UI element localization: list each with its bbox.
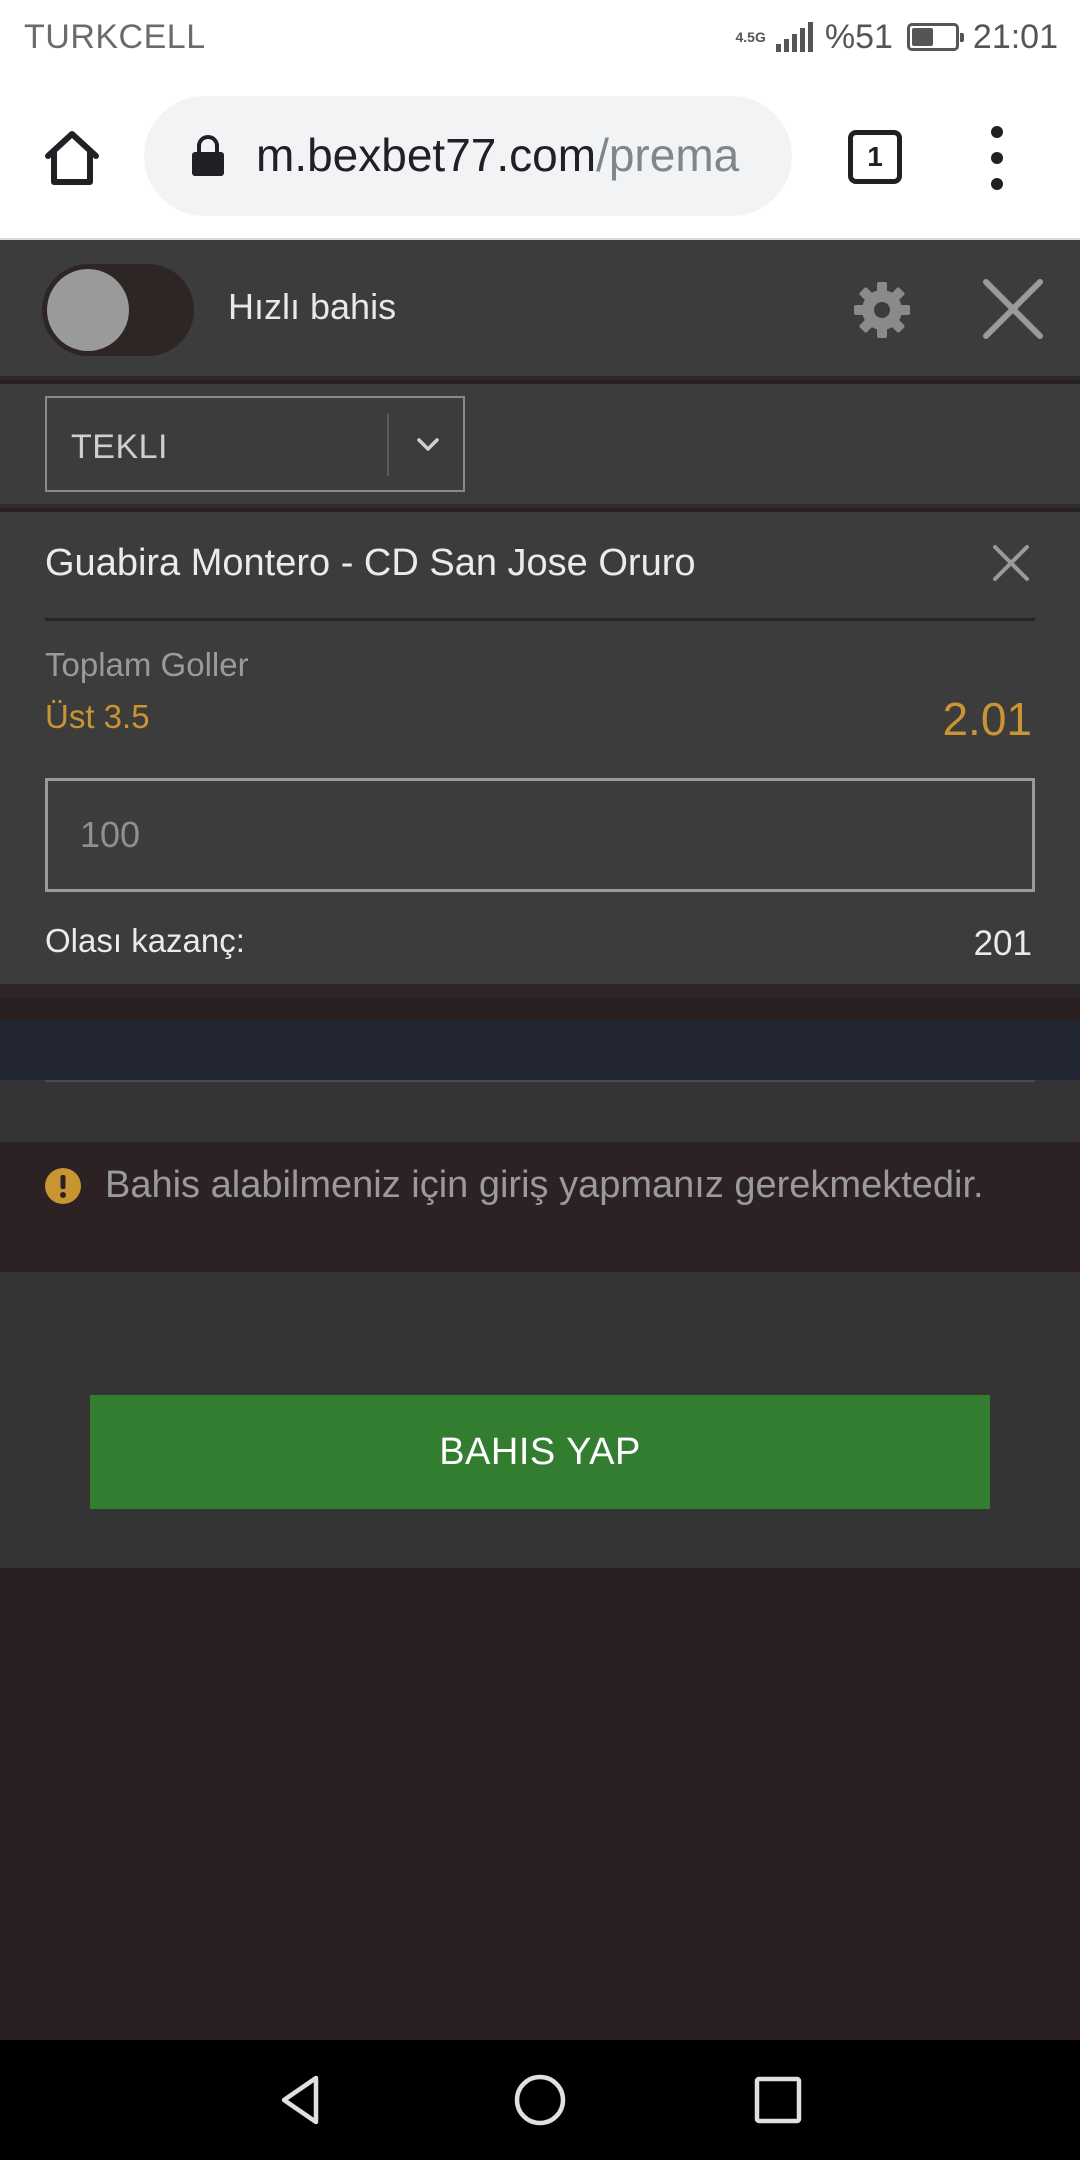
event-title: Guabira Montero - CD San Jose Oruro [45, 542, 696, 584]
possible-win-label: Olası kazanç: [45, 922, 245, 959]
remove-selection-icon[interactable] [990, 542, 1032, 584]
address-bar[interactable]: m.bexbet77.com/prema [144, 96, 792, 216]
select-divider [387, 414, 389, 476]
status-indicators: 4.5G %51 21:01 [735, 14, 1058, 60]
summary-divider [45, 1080, 1035, 1082]
url-domain: m.bexbet77.com [256, 129, 597, 181]
selection-name: Üst 3.5 [45, 698, 150, 735]
place-bet-section: BAHIS YAP [0, 1272, 1080, 1568]
home-icon[interactable] [40, 126, 104, 190]
summary-section [0, 1080, 1080, 1142]
quick-bet-label: Hızlı bahis [228, 286, 397, 327]
bet-type-select[interactable]: TEKLI [45, 396, 465, 492]
bet-selection-card: Guabira Montero - CD San Jose Oruro Topl… [0, 512, 1080, 998]
place-bet-button[interactable]: BAHIS YAP [90, 1395, 990, 1509]
url-text: m.bexbet77.com/prema [256, 128, 766, 182]
bet-slip-header: Hızlı bahis [0, 240, 1080, 380]
bet-type-row: TEKLI [0, 384, 1080, 508]
battery-fill [911, 28, 933, 46]
bet-type-value: TEKLI [71, 428, 168, 466]
back-icon[interactable] [272, 2070, 332, 2130]
event-divider [45, 618, 1035, 621]
toggle-knob [47, 269, 129, 351]
warning-icon [45, 1168, 81, 1204]
battery-icon [906, 23, 964, 51]
stake-input[interactable] [45, 778, 1035, 892]
system-navigation-bar [0, 2040, 1080, 2160]
chevron-down-icon [417, 438, 439, 451]
battery-percent: %51 [824, 17, 893, 56]
recent-apps-icon[interactable] [748, 2070, 808, 2130]
status-bar: TURKCELL 4.5G %51 21:01 [0, 0, 1080, 74]
odds-value: 2.01 [942, 693, 1032, 745]
possible-win-value: 201 [973, 924, 1032, 963]
section-separator [0, 1020, 1080, 1080]
signal-strength-icon [775, 22, 813, 52]
close-bet-slip-icon[interactable] [982, 278, 1044, 340]
gear-icon[interactable] [852, 280, 912, 340]
more-options-icon[interactable] [982, 126, 1012, 190]
login-warning-text: Bahis alabilmeniz için giriş yapmanız ge… [105, 1164, 984, 1206]
browser-toolbar: m.bexbet77.com/prema 1 [0, 74, 1080, 240]
clock: 21:01 [972, 17, 1058, 56]
tab-count: 1 [867, 141, 883, 172]
network-type: 4.5G [735, 29, 766, 45]
home-circle-icon[interactable] [510, 2070, 570, 2130]
url-path: /prema [596, 129, 740, 181]
market-name: Toplam Goller [45, 646, 249, 683]
quick-bet-toggle[interactable] [42, 264, 194, 356]
lock-icon [192, 135, 224, 176]
carrier-name: TURKCELL [24, 18, 206, 56]
tab-switcher-button[interactable]: 1 [848, 130, 902, 184]
login-warning-banner: Bahis alabilmeniz için giriş yapmanız ge… [0, 1142, 1080, 1272]
